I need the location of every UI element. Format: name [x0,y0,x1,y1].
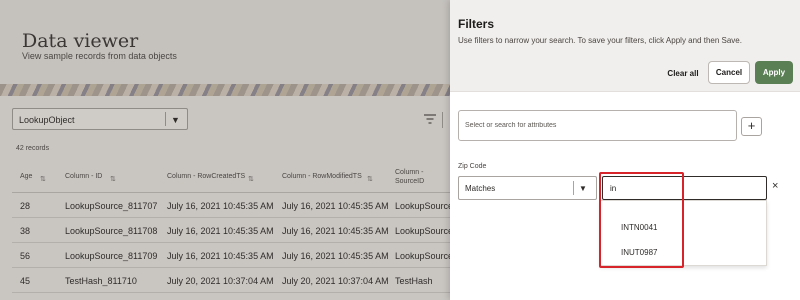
page-subtitle: View sample records from data objects [22,51,177,61]
filter-field-label: Zip Code [458,163,487,170]
select-divider [165,112,166,126]
column-header-sourceid[interactable]: Column - SourceID [395,168,424,186]
sort-icon[interactable]: ⇅ [110,175,116,183]
cell-source: LookupSource [395,251,454,261]
suggestion-item[interactable]: INUT0987 [621,248,657,257]
attribute-search-input[interactable] [458,110,737,141]
chevron-down-icon[interactable]: ▼ [171,115,180,125]
cell-source: LookupSource [395,226,454,236]
operator-select[interactable]: Matches ▼ [458,176,597,200]
suggestion-item[interactable]: INTN0041 [621,223,657,232]
cell-created: July 16, 2021 10:45:35 AM [167,251,274,261]
sort-icon[interactable]: ⇅ [40,175,46,183]
suggestion-list: INTN0041 INUT0987 [600,200,767,266]
cell-id: LookupSource_811708 [65,226,158,236]
page-header: Data viewer View sample records from dat… [0,0,450,90]
filters-drawer: Filters Use filters to narrow your searc… [450,0,800,300]
data-object-select[interactable]: LookupObject ▼ [12,108,188,130]
cell-id: TestHash_811710 [65,276,137,286]
cell-modified: July 20, 2021 10:37:04 AM [282,276,389,286]
table-row[interactable]: 45 TestHash_811710 July 20, 2021 10:37:0… [12,268,450,293]
cell-age: 28 [20,201,31,211]
cell-created: July 20, 2021 10:37:04 AM [167,276,274,286]
chevron-down-icon[interactable]: ▼ [579,184,587,193]
operator-select-value: Matches [465,184,496,193]
table-row[interactable]: 56 LookupSource_811709 July 16, 2021 10:… [12,243,454,268]
table-row[interactable]: 38 LookupSource_811708 July 16, 2021 10:… [12,218,454,243]
filters-header: Filters Use filters to narrow your searc… [450,0,800,92]
cell-modified: July 16, 2021 10:45:35 AM [282,251,389,261]
cell-created: July 16, 2021 10:45:35 AM [167,201,274,211]
column-header-id[interactable]: Column - ID [65,173,102,180]
sort-icon[interactable]: ⇅ [248,175,254,183]
cell-created: July 16, 2021 10:45:35 AM [167,226,274,236]
filters-description: Use filters to narrow your search. To sa… [458,36,742,45]
cell-source: LookupSource [395,201,454,211]
cell-id: LookupSource_811707 [65,201,158,211]
cell-modified: July 16, 2021 10:45:35 AM [282,201,389,211]
cell-source: TestHash [395,276,433,286]
cell-id: LookupSource_811709 [65,251,158,261]
filters-title: Filters [458,17,495,31]
cell-modified: July 16, 2021 10:45:35 AM [282,226,389,236]
column-header-rowmodifiedts[interactable]: Column - RowModifiedTS [282,173,362,180]
filter-value-input[interactable] [602,176,767,200]
cell-age: 45 [20,276,31,286]
header-banner [0,84,450,96]
select-divider [573,181,574,195]
data-object-select-value: LookupObject [19,115,75,125]
record-count: 42 records [16,145,50,152]
plus-icon[interactable]: + [741,117,762,136]
sort-icon[interactable]: ⇅ [367,175,373,183]
table-row[interactable]: 28 LookupSource_811707 July 16, 2021 10:… [12,193,454,218]
close-icon[interactable]: × [772,180,778,192]
page-title: Data viewer [22,30,139,52]
filter-icon[interactable] [424,114,436,124]
cancel-button[interactable]: Cancel [708,61,750,84]
toolbar-divider [442,112,443,128]
table-header: Age ⇅ Column - ID ⇅ Column - RowCreatedT… [12,163,450,193]
cell-age: 38 [20,226,31,236]
apply-button[interactable]: Apply [755,61,793,84]
column-header-rowcreatedts[interactable]: Column - RowCreatedTS [167,173,245,180]
cell-age: 56 [20,251,31,261]
column-header-age[interactable]: Age [20,173,32,180]
clear-all-button[interactable]: Clear all [658,62,708,84]
